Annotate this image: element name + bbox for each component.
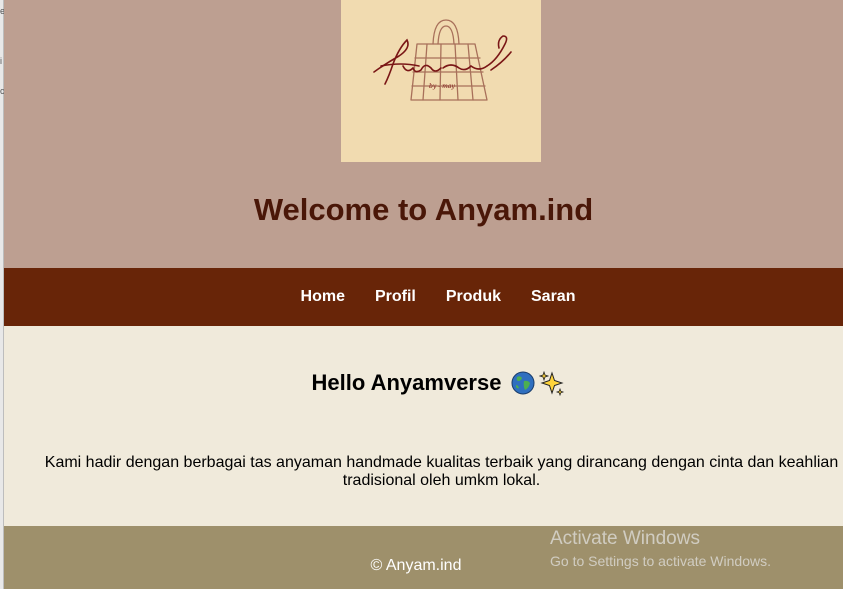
greeting-text: Hello Anyamverse: [311, 370, 502, 395]
nav-item-profil[interactable]: Profil: [375, 288, 416, 306]
nav-item-produk[interactable]: Produk: [446, 288, 501, 306]
globe-icon: [511, 371, 535, 395]
nav-item-home[interactable]: Home: [301, 288, 345, 306]
site-logo[interactable]: by - may: [341, 0, 541, 162]
activate-windows-watermark: Activate Windows Go to Settings to activ…: [550, 528, 771, 570]
nav-item-saran[interactable]: Saran: [531, 288, 575, 306]
page: by - may Welcome to Anyam.ind Home Profi…: [4, 0, 843, 589]
edge-fragment-icon: i: [0, 56, 2, 66]
site-header: by - may Welcome to Anyam.ind: [4, 0, 843, 268]
watermark-subtitle: Go to Settings to activate Windows.: [550, 553, 771, 569]
main-nav: Home Profil Produk Saran: [4, 268, 843, 326]
sparkles-icon: [539, 370, 565, 397]
watermark-title: Activate Windows: [550, 528, 700, 549]
greeting-heading: Hello Anyamverse: [4, 370, 843, 397]
bag-logo-icon: by - may: [373, 19, 512, 101]
logo-tagline: by - may: [429, 83, 455, 90]
about-paragraph: Kami hadir dengan berbagai tas anyaman h…: [44, 454, 839, 489]
page-title: Welcome to Anyam.ind: [253, 192, 594, 227]
main-content: Hello Anyamverse Kami hadir dengan berba…: [4, 326, 843, 526]
